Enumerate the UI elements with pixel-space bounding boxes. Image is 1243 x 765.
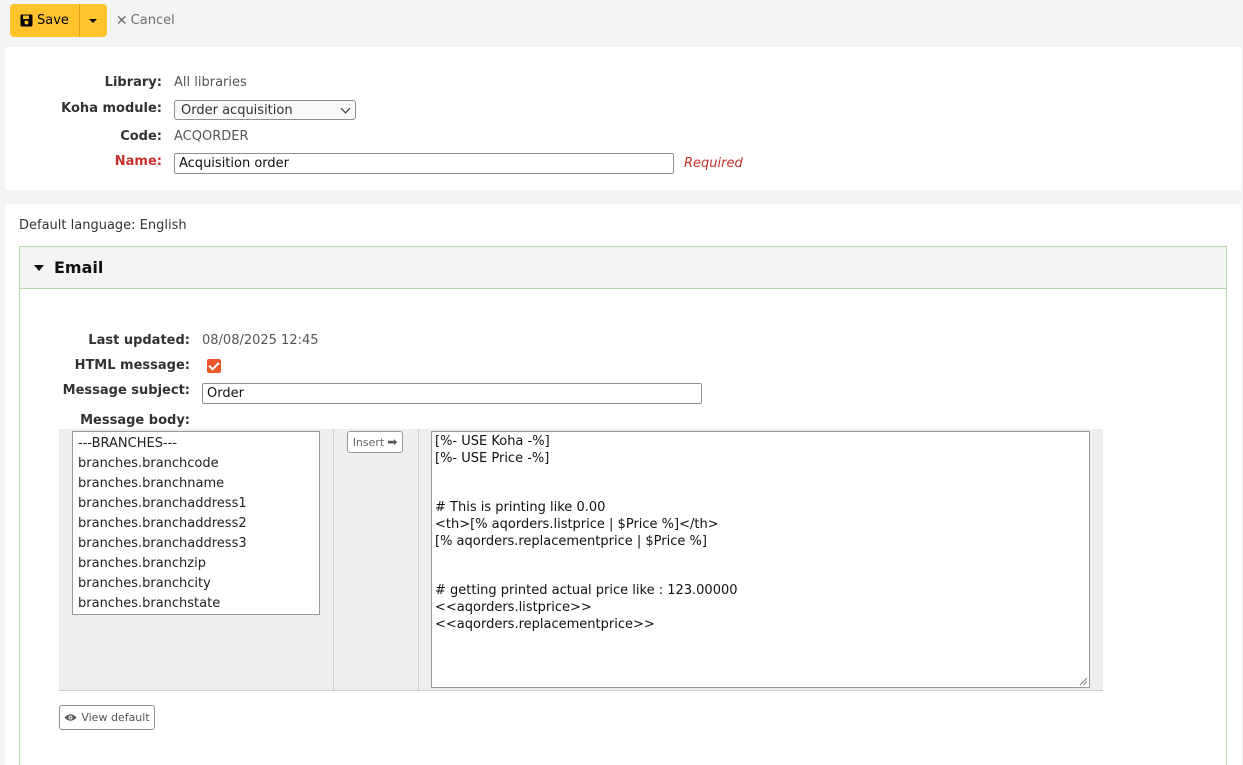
field-listbox[interactable]: ---BRANCHES--- branches.branchcode branche… (72, 431, 320, 615)
caret-down-icon (34, 264, 44, 271)
message-body-line (435, 484, 1086, 501)
html-message-label: HTML message: (74, 358, 190, 373)
field-option[interactable]: branches.branchaddress1 (73, 494, 319, 514)
view-default-label: View default (81, 711, 150, 724)
view-default-button[interactable]: View default (59, 705, 155, 730)
code-row: Code: ACQORDER (5, 129, 249, 144)
message-body-line: # This is printing like 0.00 (435, 500, 606, 516)
field-option[interactable]: branches.branchzip (73, 554, 319, 574)
save-options-dropdown[interactable] (78, 4, 107, 37)
html-message-checkbox[interactable] (207, 359, 221, 373)
name-row: Name: (5, 154, 162, 169)
library-value: All libraries (174, 75, 247, 90)
default-language: Default language: English (19, 218, 187, 233)
letter-content-panel: Default language: English Email Last upd… (5, 204, 1241, 765)
module-select[interactable]: Order acquisition (174, 100, 356, 120)
chevron-down-icon (340, 103, 351, 113)
arrow-right-icon: ➡ (387, 435, 398, 449)
message-body-line: [%- USE Koha -%] (435, 434, 550, 449)
message-body-line: <th>[% aqorders.listprice | $Price %]</t… (435, 516, 719, 532)
insert-button-label: Insert (352, 435, 385, 449)
field-option[interactable]: branches.branchaddress2 (73, 514, 319, 534)
library-label: Library: (104, 75, 162, 90)
code-value: ACQORDER (174, 129, 249, 144)
subject-label: Message subject: (62, 383, 190, 398)
message-body-line (435, 567, 1086, 584)
field-option[interactable]: branches.branchcity (73, 574, 319, 594)
email-section-title: Email (54, 258, 104, 277)
field-option[interactable]: branches.branchcode (73, 454, 319, 474)
email-section: Email Last updated: 08/08/2025 12:45 HTM… (19, 246, 1227, 765)
save-button-label: Save (37, 13, 69, 28)
message-body-textarea[interactable]: [%- USE Koha -%] [%- USE Price -%] # This … (431, 431, 1090, 688)
save-button[interactable]: Save (10, 4, 79, 37)
divider (418, 429, 419, 690)
message-body-line: [% aqorders.replacementprice | $Price %] (435, 533, 707, 549)
letter-details-panel: Library: All libraries Koha module: Orde… (5, 47, 1241, 190)
message-body-line: <<aqorders.replacementprice>> (435, 616, 655, 632)
message-body-area: ---BRANCHES--- branches.branchcode branche… (59, 429, 1103, 691)
message-body-line: <<aqorders.listprice>> (435, 599, 592, 615)
code-label: Code: (120, 129, 162, 144)
field-option[interactable]: ---BRANCHES--- (73, 434, 319, 454)
message-body-line: # getting printed actual price like : 12… (435, 583, 738, 599)
field-option[interactable]: branches.branchname (73, 474, 319, 494)
field-option[interactable]: branches.branchstate (73, 594, 319, 614)
message-body-line (435, 467, 1086, 484)
field-option[interactable]: branches.branchaddress3 (73, 534, 319, 554)
email-section-header[interactable]: Email (20, 247, 1226, 289)
required-hint: Required (684, 156, 743, 171)
floppy-disk-icon (20, 14, 33, 27)
toolbar: Save ✕ Cancel (10, 4, 175, 37)
eye-icon (64, 713, 77, 722)
message-body-line (435, 550, 1086, 567)
library-row: Library: All libraries (5, 75, 247, 90)
last-updated-label: Last updated: (88, 333, 190, 348)
divider (333, 429, 334, 690)
body-label: Message body: (80, 413, 190, 428)
module-select-value: Order acquisition (181, 102, 293, 118)
module-label: Koha module: (61, 101, 162, 116)
name-input[interactable]: Acquisition order (174, 153, 674, 174)
name-label: Name: (114, 154, 162, 169)
insert-button[interactable]: Insert ➡ (347, 431, 403, 453)
message-body-line: [%- USE Price -%] (435, 450, 550, 466)
caret-down-icon (89, 18, 98, 23)
subject-input[interactable]: Order (202, 383, 702, 404)
cancel-button-label: Cancel (130, 13, 175, 28)
cancel-button[interactable]: ✕ Cancel (116, 13, 175, 29)
last-updated-value: 08/08/2025 12:45 (202, 333, 319, 348)
module-row: Koha module: (5, 101, 162, 116)
resize-handle-icon[interactable] (1079, 677, 1087, 685)
close-icon: ✕ (115, 12, 128, 29)
